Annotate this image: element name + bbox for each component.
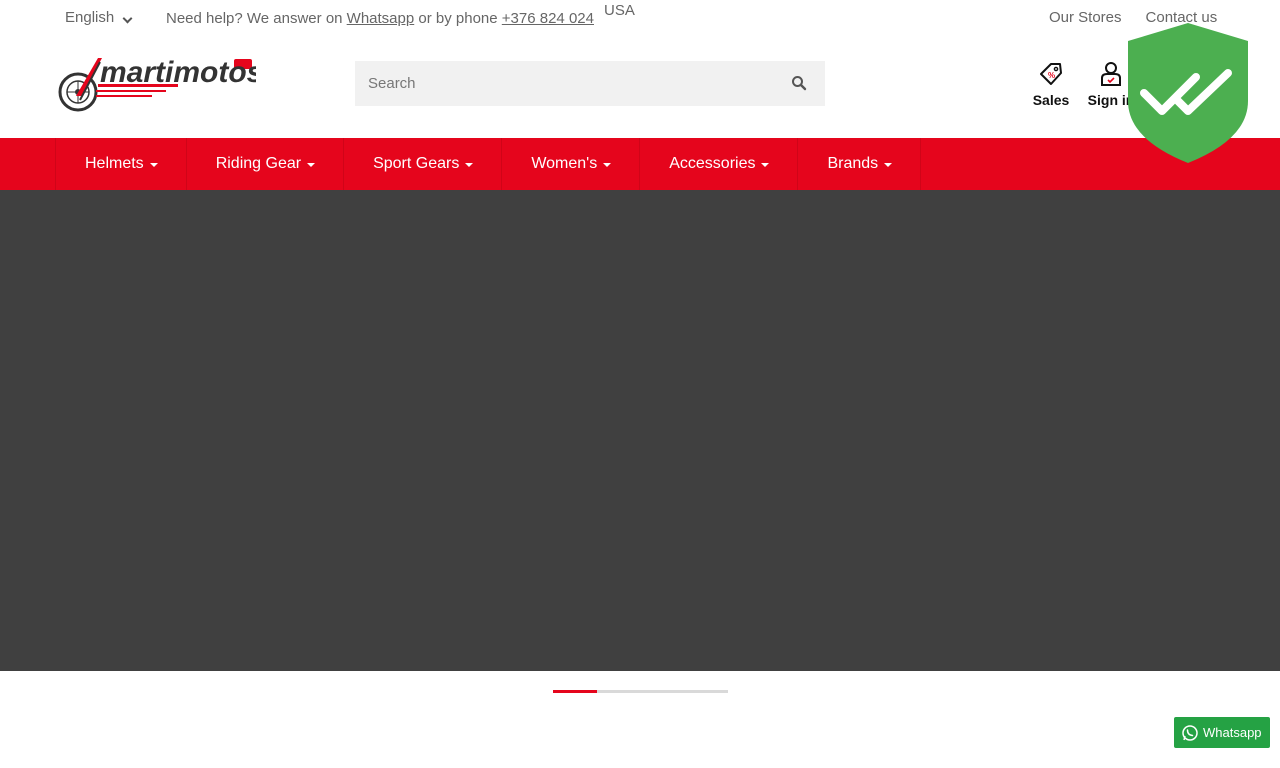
martimotos-logo[interactable]: martimotos bbox=[56, 56, 256, 112]
search-bar bbox=[355, 61, 825, 106]
caret-down-icon bbox=[149, 163, 158, 167]
search-icon[interactable] bbox=[791, 75, 807, 91]
whatsapp-icon bbox=[1182, 724, 1198, 741]
caret-down-icon bbox=[884, 163, 893, 167]
main-nav: Helmets Riding Gear Sport Gears Women's … bbox=[0, 138, 1280, 190]
caret-down-icon bbox=[465, 163, 474, 167]
caret-down-icon bbox=[307, 163, 316, 167]
region-selector[interactable]: USA bbox=[604, 2, 635, 19]
user-icon bbox=[1101, 62, 1121, 86]
nav-label: Women's bbox=[531, 155, 598, 172]
shield-check-icon[interactable] bbox=[1126, 21, 1250, 165]
whatsapp-float-button[interactable]: Whatsapp bbox=[1174, 717, 1270, 748]
sales-button[interactable]: % Sales bbox=[1030, 60, 1072, 108]
chevron-down-icon bbox=[122, 13, 133, 24]
price-tag-icon: % bbox=[1040, 63, 1062, 85]
phone-intro: or by phone bbox=[418, 10, 498, 27]
language-selector[interactable]: English bbox=[65, 9, 133, 26]
nav-item-womens[interactable]: Women's bbox=[501, 138, 639, 190]
top-bar: English Need help? We answer on Whatsapp… bbox=[0, 0, 1280, 38]
nav-item-helmets[interactable]: Helmets bbox=[55, 138, 186, 190]
search-input[interactable] bbox=[355, 61, 775, 106]
svg-text:%: % bbox=[1048, 71, 1055, 80]
help-text: Need help? We answer on Whatsapp or by p… bbox=[166, 10, 594, 27]
slider-progress[interactable] bbox=[553, 690, 728, 693]
sales-label: Sales bbox=[1032, 92, 1070, 108]
nav-label: Helmets bbox=[85, 155, 144, 172]
caret-down-icon bbox=[761, 163, 770, 167]
nav-item-sport-gears[interactable]: Sport Gears bbox=[343, 138, 501, 190]
nav-item-brands[interactable]: Brands bbox=[797, 138, 922, 190]
hero-slider[interactable] bbox=[0, 190, 1280, 671]
nav-label: Riding Gear bbox=[215, 155, 302, 172]
help-intro: Need help? We answer on bbox=[166, 10, 343, 27]
phone-link[interactable]: +376 824 024 bbox=[502, 10, 594, 27]
nav-label: Accessories bbox=[669, 155, 756, 172]
header: martimotos % Sales Sign in bbox=[0, 38, 1280, 138]
whatsapp-link[interactable]: Whatsapp bbox=[347, 10, 415, 27]
nav-item-accessories[interactable]: Accessories bbox=[639, 138, 797, 190]
logo-text: martimotos bbox=[100, 56, 256, 89]
nav-item-riding-gear[interactable]: Riding Gear bbox=[185, 138, 343, 190]
language-label: English bbox=[65, 9, 115, 26]
slider-progress-fill bbox=[553, 690, 597, 693]
nav-label: Brands bbox=[827, 155, 879, 172]
caret-down-icon bbox=[603, 163, 612, 167]
nav-label: Sport Gears bbox=[373, 155, 460, 172]
whatsapp-float-label: Whatsapp bbox=[1203, 725, 1262, 740]
our-stores-link[interactable]: Our Stores bbox=[1049, 9, 1122, 26]
